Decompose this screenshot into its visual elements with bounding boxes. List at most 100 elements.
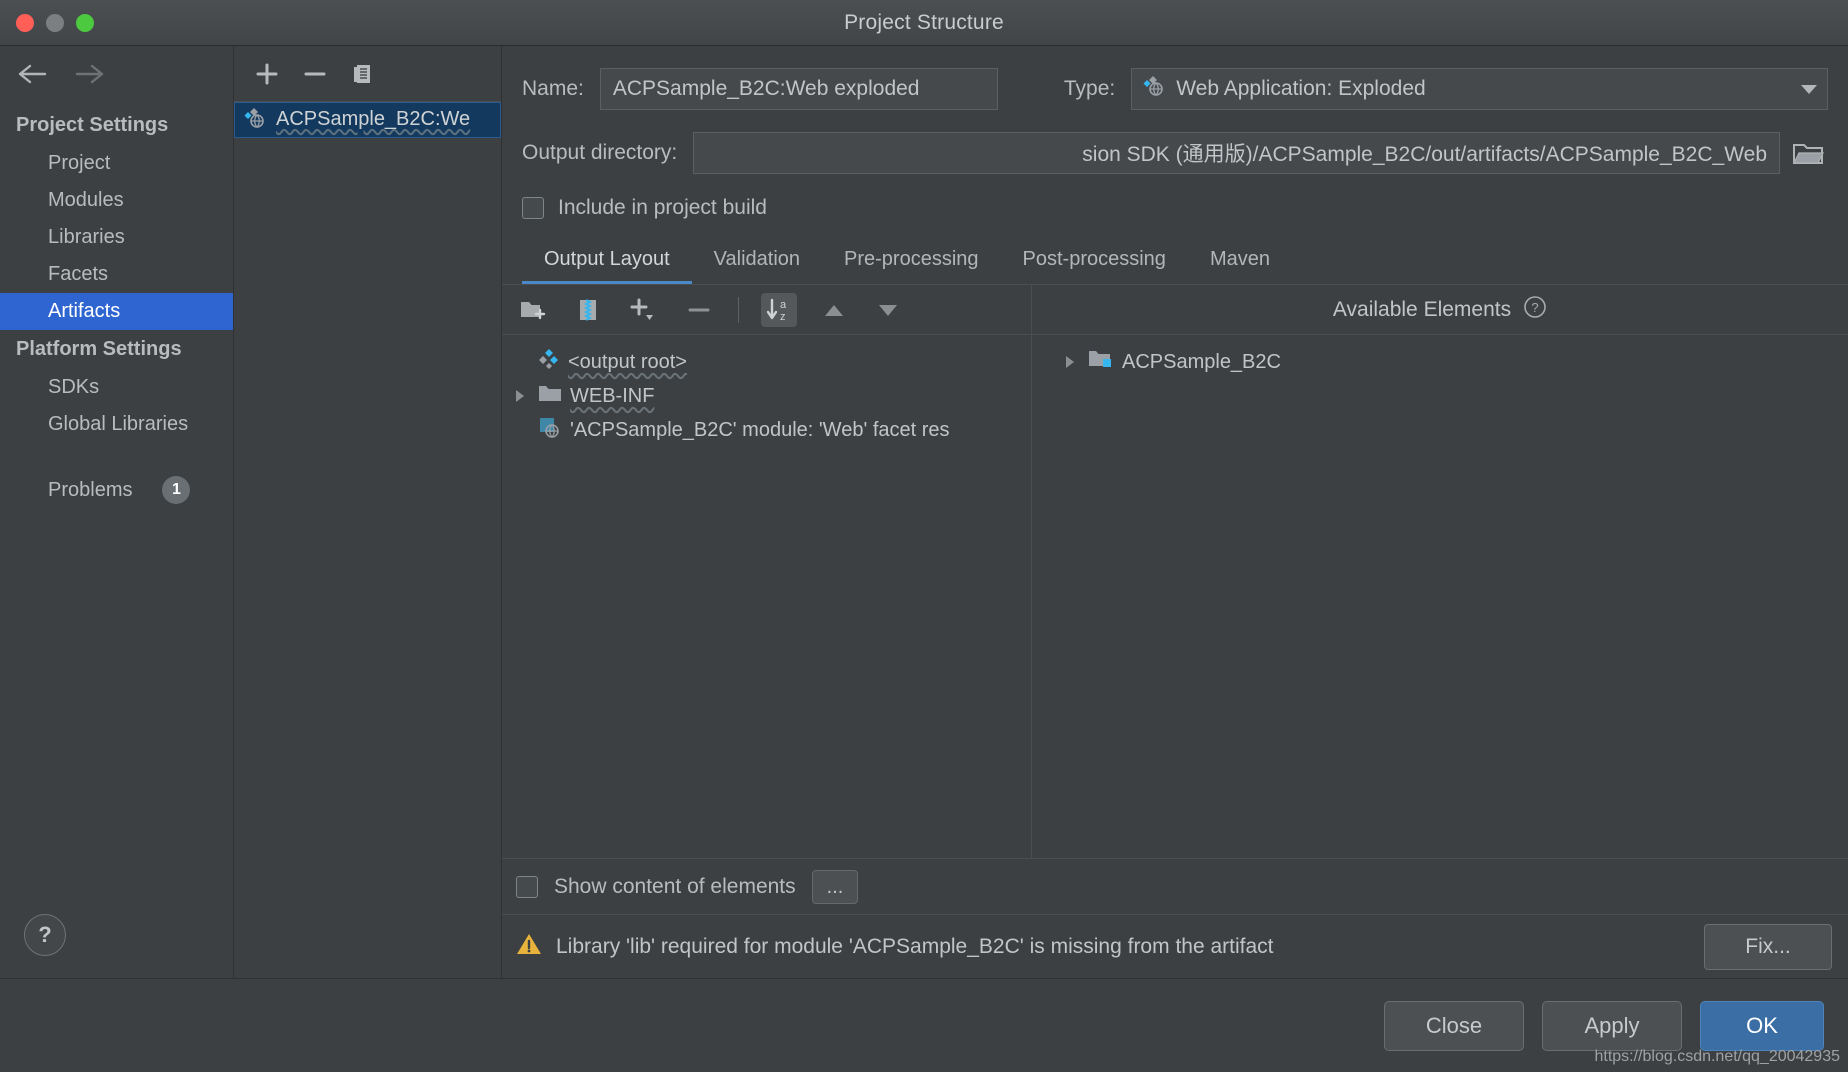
project-structure-window: Project Structure Project Settings Proje… xyxy=(0,0,1848,1072)
tree-node-label: WEB-INF xyxy=(570,384,655,407)
fix-button[interactable]: Fix... xyxy=(1704,923,1832,970)
tree-node-label: 'ACPSample_B2C' module: 'Web' facet res xyxy=(570,418,950,441)
artifact-form: Name: ACPSample_B2C:Web exploded Type: W… xyxy=(502,46,1848,234)
window-body: Project Settings Project Modules Librari… xyxy=(0,46,1848,978)
window-title: Project Structure xyxy=(844,10,1004,34)
show-content-checkbox[interactable] xyxy=(516,875,538,898)
svg-text:z: z xyxy=(780,311,786,323)
tab-maven[interactable]: Maven xyxy=(1188,240,1292,284)
artifact-item-label: ACPSample_B2C:We xyxy=(276,107,471,130)
available-tree-node-acpsample-b2c[interactable]: ACPSample_B2C xyxy=(1056,345,1848,379)
sidebar-item-facets[interactable]: Facets xyxy=(0,256,233,293)
output-layout-tree: <output root> WEB-INF 'ACPSample_B2C' mo… xyxy=(502,335,1031,858)
add-artifact-icon[interactable] xyxy=(254,61,280,87)
output-layout-split: a z <output root> WEB-INF 'ACPSample_B2C… xyxy=(502,285,1848,858)
available-tree-node-label: ACPSample_B2C xyxy=(1122,350,1281,373)
artifact-warning-text: Library 'lib' required for module 'ACPSa… xyxy=(556,934,1274,958)
include-in-project-build-row[interactable]: Include in project build xyxy=(522,196,1828,220)
remove-element-icon[interactable] xyxy=(682,294,716,326)
sidebar-item-global-libraries[interactable]: Global Libraries xyxy=(0,406,233,443)
artifact-detail-pane: Name: ACPSample_B2C:Web exploded Type: W… xyxy=(502,46,1848,978)
svg-text:a: a xyxy=(780,299,787,311)
tab-output-layout[interactable]: Output Layout xyxy=(522,240,692,284)
tab-pre-processing[interactable]: Pre-processing xyxy=(822,240,1001,284)
tab-post-processing[interactable]: Post-processing xyxy=(1001,240,1188,284)
sidebar-item-project[interactable]: Project xyxy=(0,145,233,182)
question-circle-icon[interactable]: ? xyxy=(1523,295,1547,325)
sidebar-nav-list: Project Settings Project Modules Librari… xyxy=(0,102,233,511)
tab-validation[interactable]: Validation xyxy=(692,240,822,284)
output-root-icon xyxy=(538,348,560,376)
output-directory-input[interactable]: sion SDK (通用版)/ACPSample_B2C/out/artifac… xyxy=(693,132,1780,174)
window-titlebar: Project Structure xyxy=(0,0,1848,46)
output-directory-label: Output directory: xyxy=(522,141,678,164)
ok-button[interactable]: OK xyxy=(1700,1000,1824,1051)
show-content-options-button[interactable]: ... xyxy=(811,869,859,904)
tree-node-web-facet-resources[interactable]: 'ACPSample_B2C' module: 'Web' facet res xyxy=(506,413,1031,447)
name-label: Name: xyxy=(522,77,584,100)
type-combobox[interactable]: Web Application: Exploded xyxy=(1131,68,1828,110)
problems-count-badge: 1 xyxy=(162,476,191,504)
output-directory-value: sion SDK (通用版)/ACPSample_B2C/out/artifac… xyxy=(1082,143,1767,166)
watermark-text: https://blog.csdn.net/qq_20042935 xyxy=(1594,1048,1840,1065)
problems-label: Problems xyxy=(48,478,133,501)
add-archive-icon[interactable] xyxy=(572,294,604,326)
sidebar-item-libraries[interactable]: Libraries xyxy=(0,219,233,256)
output-directory-row: Output directory: sion SDK (通用版)/ACPSamp… xyxy=(522,132,1828,174)
available-elements-header: Available Elements ? xyxy=(1032,285,1848,335)
name-type-row: Name: ACPSample_B2C:Web exploded Type: W… xyxy=(522,68,1828,110)
sidebar-item-modules[interactable]: Modules xyxy=(0,182,233,219)
svg-text:?: ? xyxy=(1531,300,1538,315)
apply-button[interactable]: Apply xyxy=(1542,1000,1682,1051)
web-facet-icon xyxy=(538,415,562,445)
warning-triangle-icon xyxy=(516,932,542,961)
artifact-list-toolbar xyxy=(234,46,501,102)
sidebar-group-platform-settings: Platform Settings xyxy=(16,338,182,360)
type-combobox-value: Web Application: Exploded xyxy=(1176,77,1426,100)
artifact-type-icon xyxy=(1142,74,1166,104)
folder-browse-icon[interactable] xyxy=(1788,139,1828,167)
sidebar-item-problems[interactable]: Problems 1 xyxy=(0,469,233,511)
name-input[interactable]: ACPSample_B2C:Web exploded xyxy=(599,68,998,110)
move-up-icon[interactable] xyxy=(817,295,851,325)
sidebar-group-project-settings: Project Settings xyxy=(16,114,169,136)
include-in-project-build-label: Include in project build xyxy=(558,196,767,219)
detail-tabs: Output Layout Validation Pre-processing … xyxy=(502,240,1848,285)
sidebar-item-sdks[interactable]: SDKs xyxy=(0,369,233,406)
tree-node-output-root[interactable]: <output root> xyxy=(506,345,1031,379)
close-button[interactable]: Close xyxy=(1384,1000,1524,1051)
artifact-list-panel: ACPSample_B2C:We xyxy=(234,46,502,978)
artifact-items: ACPSample_B2C:We xyxy=(234,102,501,138)
sort-az-icon[interactable]: a z xyxy=(761,292,797,327)
available-elements-title: Available Elements xyxy=(1332,297,1512,321)
show-content-row: Show content of elements ... xyxy=(502,858,1848,914)
help-button-wrap: ? xyxy=(24,914,66,956)
dialog-footer: Close Apply OK https://blog.csdn.net/qq_… xyxy=(0,978,1848,1072)
artifact-web-icon xyxy=(243,106,267,135)
help-button[interactable]: ? xyxy=(24,914,66,956)
artifact-item-acpsample-b2c-web[interactable]: ACPSample_B2C:We xyxy=(234,102,501,138)
sidebar-nav-buttons xyxy=(0,46,233,102)
chevron-down-icon[interactable] xyxy=(1801,84,1817,94)
artifact-warning-row: Library 'lib' required for module 'ACPSa… xyxy=(502,914,1848,978)
available-elements-pane: Available Elements ? ACPSample_B2C xyxy=(1032,285,1848,858)
settings-sidebar: Project Settings Project Modules Librari… xyxy=(0,46,234,978)
tree-node-web-inf[interactable]: WEB-INF xyxy=(506,379,1031,413)
tree-twisty-right-icon[interactable] xyxy=(1060,355,1080,369)
output-layout-toolbar: a z xyxy=(502,285,1031,335)
include-in-project-build-checkbox[interactable] xyxy=(522,197,544,219)
remove-artifact-icon[interactable] xyxy=(302,61,328,87)
folder-icon xyxy=(538,383,562,409)
back-arrow-icon[interactable] xyxy=(18,63,48,85)
add-dropdown-icon[interactable] xyxy=(624,293,662,327)
tree-node-label: <output root> xyxy=(568,350,687,373)
type-label: Type: xyxy=(1063,77,1116,100)
add-directory-icon[interactable] xyxy=(516,294,552,326)
forward-arrow-icon[interactable] xyxy=(74,63,104,85)
copy-artifact-icon[interactable] xyxy=(350,61,376,87)
toolbar-separator xyxy=(738,296,739,323)
sidebar-item-artifacts[interactable]: Artifacts xyxy=(0,293,233,330)
move-down-icon[interactable] xyxy=(871,295,905,325)
tree-twisty-right-icon[interactable] xyxy=(510,389,530,403)
